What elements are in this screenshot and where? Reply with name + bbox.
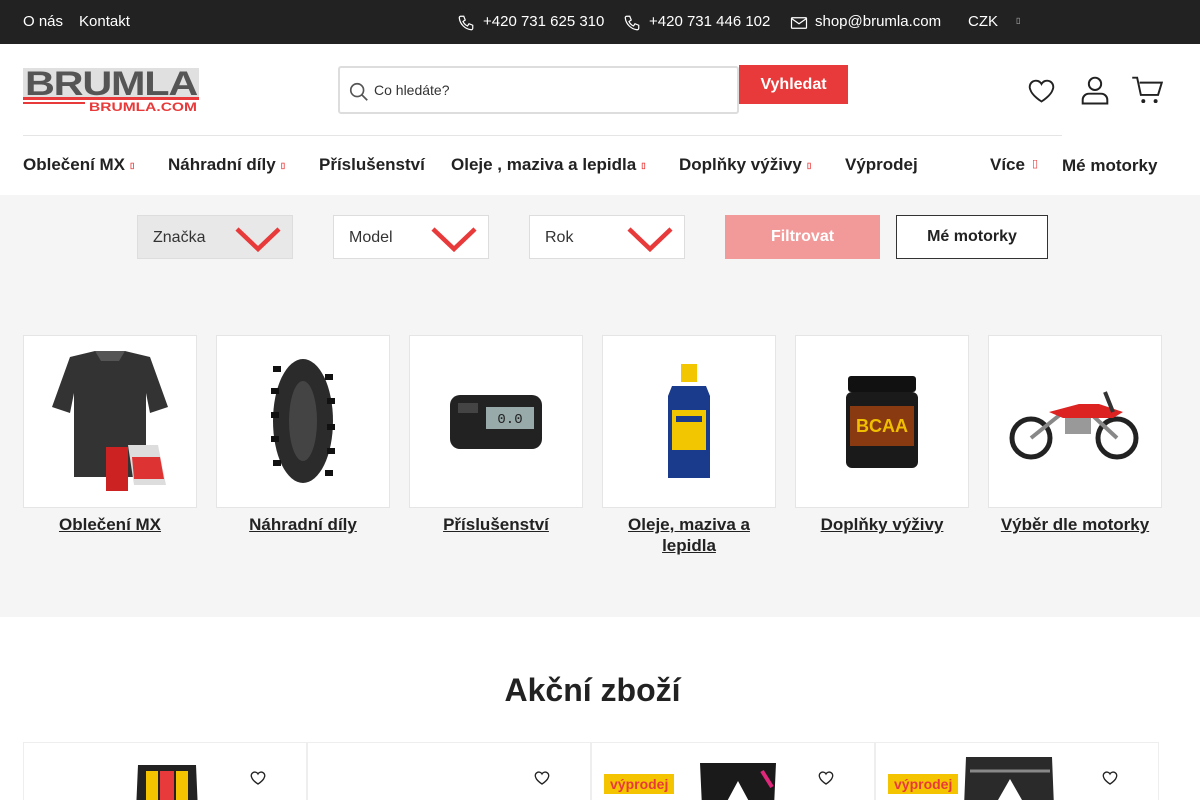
category-image: 0.0 (409, 335, 583, 508)
chevron-down-icon: ▯ (130, 161, 135, 171)
category-name[interactable]: Výběr dle motorky (988, 514, 1162, 535)
mail-icon (790, 17, 808, 29)
search-icon (349, 82, 368, 101)
chevron-down-icon (235, 227, 281, 253)
product-card[interactable]: výprodej (591, 742, 875, 800)
category-card-supplements[interactable]: BCAA Doplňky výživy (795, 335, 969, 535)
model-select[interactable]: Model (333, 215, 489, 259)
wishlist-heart-icon[interactable] (1102, 770, 1118, 786)
cart-icon[interactable] (1131, 75, 1163, 105)
year-select[interactable]: Rok (529, 215, 685, 259)
product-card[interactable] (23, 742, 307, 800)
nav-item-my-bikes[interactable]: Mé motorky (1062, 156, 1157, 176)
chevron-down-icon: ▯ (806, 161, 812, 171)
category-name[interactable]: Oleje, maziva a lepidla (602, 514, 776, 556)
nav-item-spare-parts[interactable]: Náhradní díly ▯ (168, 155, 285, 175)
nav-item-oils[interactable]: Oleje , maziva a lepidla ▯ (451, 155, 646, 175)
tire-icon (271, 359, 335, 483)
svg-text:BRUMLA.COM: BRUMLA.COM (89, 100, 197, 112)
phone-link-2[interactable]: +420 731 446 102 (649, 13, 770, 30)
nav-item-clothing[interactable]: Oblečení MX ▯ (23, 155, 134, 175)
category-name[interactable]: Příslušenství (409, 514, 583, 535)
product-image (136, 765, 198, 800)
about-link[interactable]: O nás (23, 13, 63, 30)
user-icon[interactable] (1080, 74, 1110, 106)
nav-item-supplements[interactable]: Doplňky výživy ▯ (679, 155, 811, 175)
product-image (964, 757, 1054, 800)
phone-link-1[interactable]: +420 731 625 310 (483, 13, 604, 30)
nav-divider (23, 135, 1162, 136)
oil-bottle-icon (668, 363, 710, 478)
category-image (23, 335, 197, 508)
category-image (216, 335, 390, 508)
chevron-down-icon: ▯ (1032, 158, 1039, 170)
nav-divider-gap (1062, 135, 1162, 136)
email-link[interactable]: shop@brumla.com (815, 13, 941, 30)
sale-badge: výprodej (604, 774, 675, 794)
category-name[interactable]: Oblečení MX (23, 514, 197, 535)
search-box[interactable] (338, 66, 739, 114)
nav-item-accessories[interactable]: Příslušenství (319, 155, 425, 175)
svg-text:BCAA: BCAA (856, 416, 908, 436)
my-bikes-button[interactable]: Mé motorky (896, 215, 1048, 259)
nav-item-sale[interactable]: Výprodej (845, 155, 918, 175)
chevron-down-icon (627, 227, 673, 253)
chevron-down-icon: ▯ (280, 161, 286, 171)
sale-badge: výprodej (888, 774, 959, 794)
phone-icon (624, 15, 640, 31)
category-card-oils[interactable]: Oleje, maziva a lepidla (602, 335, 776, 556)
heart-icon[interactable] (1027, 77, 1056, 105)
chevron-down-icon: ▯ (641, 161, 646, 171)
search-button[interactable]: Vyhledat (739, 65, 848, 104)
category-image: BCAA (795, 335, 969, 508)
supplement-jar-icon: BCAA (846, 375, 918, 468)
svg-text:0.0: 0.0 (497, 412, 522, 428)
filter-button[interactable]: Filtrovat (725, 215, 880, 259)
wishlist-heart-icon[interactable] (818, 770, 834, 786)
category-card-clothing[interactable]: Oblečení MX (23, 335, 197, 535)
search-input[interactable] (374, 76, 724, 104)
product-image (700, 763, 776, 800)
nav-item-more[interactable]: Více (990, 155, 1025, 175)
motorcycle-icon (1009, 390, 1139, 459)
contact-link[interactable]: Kontakt (79, 13, 130, 30)
category-image (988, 335, 1162, 508)
category-image (602, 335, 776, 508)
wishlist-heart-icon[interactable] (534, 770, 550, 786)
jersey-icon (52, 350, 168, 491)
product-card[interactable] (307, 742, 591, 800)
chevron-down-icon (431, 227, 477, 253)
category-card-accessories[interactable]: 0.0 Příslušenství (409, 335, 583, 535)
category-card-spare-parts[interactable]: Náhradní díly (216, 335, 390, 535)
wishlist-heart-icon[interactable] (250, 770, 266, 786)
product-card[interactable]: výprodej (875, 742, 1159, 800)
category-card-by-bike[interactable]: Výběr dle motorky (988, 335, 1162, 535)
currency-select[interactable]: CZK (968, 13, 998, 30)
category-name[interactable]: Doplňky výživy (795, 514, 969, 535)
brand-select[interactable]: Značka (137, 215, 293, 259)
category-name[interactable]: Náhradní díly (216, 514, 390, 535)
chevron-down-icon: ▯ (1016, 16, 1021, 25)
phone-icon (458, 15, 474, 31)
brand-logo[interactable]: BRUMLA BRUMLA.COM (23, 68, 199, 112)
section-title: Akční zboží (504, 672, 681, 708)
top-bar: O nás Kontakt +420 731 625 310 +420 731 … (0, 0, 1200, 44)
hour-meter-icon: 0.0 (450, 394, 542, 449)
